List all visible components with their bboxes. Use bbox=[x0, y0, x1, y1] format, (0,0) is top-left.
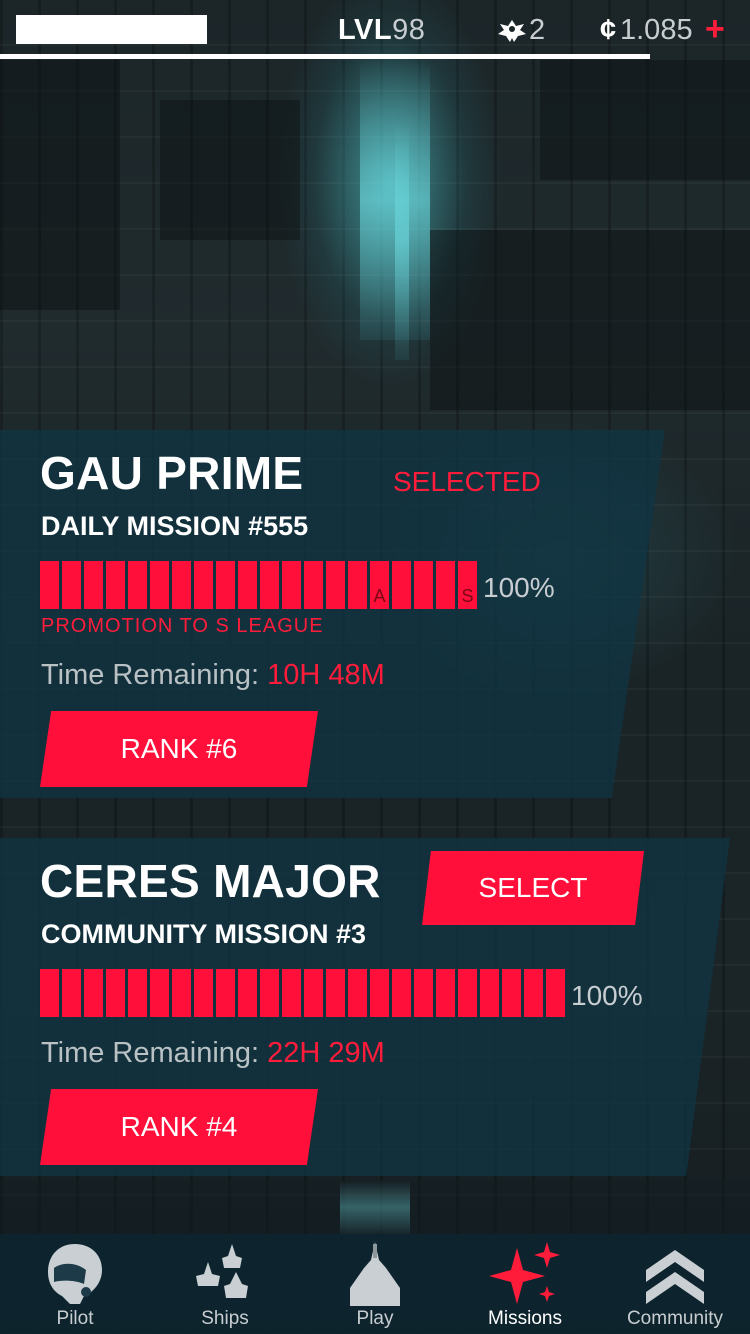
select-button[interactable]: SELECT bbox=[422, 851, 644, 925]
rank-button[interactable]: RANK #6 bbox=[40, 711, 318, 787]
top-bar: LVL98 2 ¢ 1.085 + bbox=[0, 0, 750, 62]
progress-segment bbox=[414, 561, 433, 609]
progress-segment bbox=[260, 969, 279, 1017]
progress-segment bbox=[194, 969, 213, 1017]
wings-icon bbox=[498, 20, 526, 42]
nav-label: Ships bbox=[201, 1308, 249, 1329]
progress-segment bbox=[62, 561, 81, 609]
progress-segment bbox=[304, 969, 323, 1017]
wings-count: 2 bbox=[529, 14, 546, 46]
progress-segment bbox=[238, 969, 257, 1017]
time-value: 22H 29M bbox=[267, 1037, 385, 1069]
nav-label: Community bbox=[626, 1308, 724, 1329]
missions-star-icon bbox=[489, 1242, 560, 1304]
nav-item-play[interactable]: Play bbox=[300, 1234, 450, 1334]
nav-label: Missions bbox=[488, 1308, 562, 1329]
bottom-nav: Pilot Ships Play Missions Community bbox=[0, 1234, 750, 1334]
progress-segment bbox=[260, 561, 279, 609]
progress-segment bbox=[304, 561, 323, 609]
progress-segment: S bbox=[458, 561, 477, 609]
progress-segment bbox=[128, 561, 147, 609]
level-indicator: LVL98 bbox=[338, 14, 425, 47]
progress-segment bbox=[282, 969, 301, 1017]
mission-title: CERES MAJOR bbox=[40, 855, 381, 907]
progress-segment bbox=[238, 561, 257, 609]
nav-label: Pilot bbox=[56, 1308, 94, 1329]
rank-button[interactable]: RANK #4 bbox=[40, 1089, 318, 1165]
play-ship-icon bbox=[350, 1242, 400, 1306]
progress-segment bbox=[84, 969, 103, 1017]
progress-segment bbox=[150, 969, 169, 1017]
pilot-helmet-icon bbox=[48, 1244, 102, 1304]
progress-segment bbox=[172, 561, 191, 609]
progress-segment bbox=[436, 969, 455, 1017]
progress-segment bbox=[106, 969, 125, 1017]
progress-segment bbox=[480, 969, 499, 1017]
progress-segment bbox=[392, 561, 411, 609]
progress-segment bbox=[348, 969, 367, 1017]
level-value: 98 bbox=[392, 14, 426, 46]
progress-segment: A bbox=[370, 561, 389, 609]
nav-item-ships[interactable]: Ships bbox=[150, 1234, 300, 1334]
segment-marker: A bbox=[373, 586, 386, 606]
nav-item-community[interactable]: Community bbox=[600, 1234, 750, 1334]
progress-segment bbox=[62, 969, 81, 1017]
credits-value: 1.085 bbox=[620, 14, 693, 46]
segment-marker: S bbox=[461, 586, 474, 606]
mission-progress-bar: AS bbox=[40, 561, 477, 609]
mission-subtitle: COMMUNITY MISSION #3 bbox=[41, 919, 367, 949]
time-remaining: Time Remaining: 22H 29M bbox=[41, 1037, 385, 1070]
mission-title: GAU PRIME bbox=[40, 447, 304, 499]
progress-segment bbox=[502, 969, 521, 1017]
progress-segment bbox=[216, 561, 235, 609]
selected-status: SELECTED bbox=[393, 466, 541, 497]
add-credits-button[interactable]: + bbox=[705, 10, 725, 49]
progress-segment bbox=[128, 969, 147, 1017]
progress-segment bbox=[414, 969, 433, 1017]
progress-segment bbox=[326, 969, 345, 1017]
credits-icon: ¢ bbox=[600, 14, 617, 46]
community-chevron-icon bbox=[646, 1250, 704, 1304]
progress-segment bbox=[194, 561, 213, 609]
promotion-note: PROMOTION TO S LEAGUE bbox=[41, 615, 324, 637]
progress-segment bbox=[458, 969, 477, 1017]
mission-progress-bar bbox=[40, 969, 565, 1017]
progress-segment bbox=[282, 561, 301, 609]
time-label: Time Remaining: bbox=[41, 1037, 260, 1069]
nav-item-missions[interactable]: Missions bbox=[450, 1234, 600, 1334]
time-value: 10H 48M bbox=[267, 659, 385, 691]
progress-segment bbox=[392, 969, 411, 1017]
progress-segment bbox=[436, 561, 455, 609]
time-label: Time Remaining: bbox=[41, 659, 260, 691]
ships-icon bbox=[196, 1244, 248, 1298]
level-prefix: LVL bbox=[338, 14, 393, 46]
nav-item-pilot[interactable]: Pilot bbox=[0, 1234, 150, 1334]
player-name-box[interactable] bbox=[16, 15, 207, 44]
time-remaining: Time Remaining: 10H 48M bbox=[41, 659, 385, 692]
progress-segment bbox=[84, 561, 103, 609]
nav-label: Play bbox=[356, 1308, 394, 1329]
progress-percent: 100% bbox=[483, 572, 555, 603]
mission-subtitle: DAILY MISSION #555 bbox=[41, 511, 309, 541]
progress-percent: 100% bbox=[571, 980, 643, 1011]
progress-segment bbox=[524, 969, 543, 1017]
progress-segment bbox=[348, 561, 367, 609]
progress-segment bbox=[326, 561, 345, 609]
progress-segment bbox=[150, 561, 169, 609]
progress-segment bbox=[370, 969, 389, 1017]
progress-segment bbox=[172, 969, 191, 1017]
xp-progress-line bbox=[0, 54, 650, 59]
progress-segment bbox=[546, 969, 565, 1017]
progress-segment bbox=[40, 969, 59, 1017]
progress-segment bbox=[106, 561, 125, 609]
progress-segment bbox=[40, 561, 59, 609]
progress-segment bbox=[216, 969, 235, 1017]
